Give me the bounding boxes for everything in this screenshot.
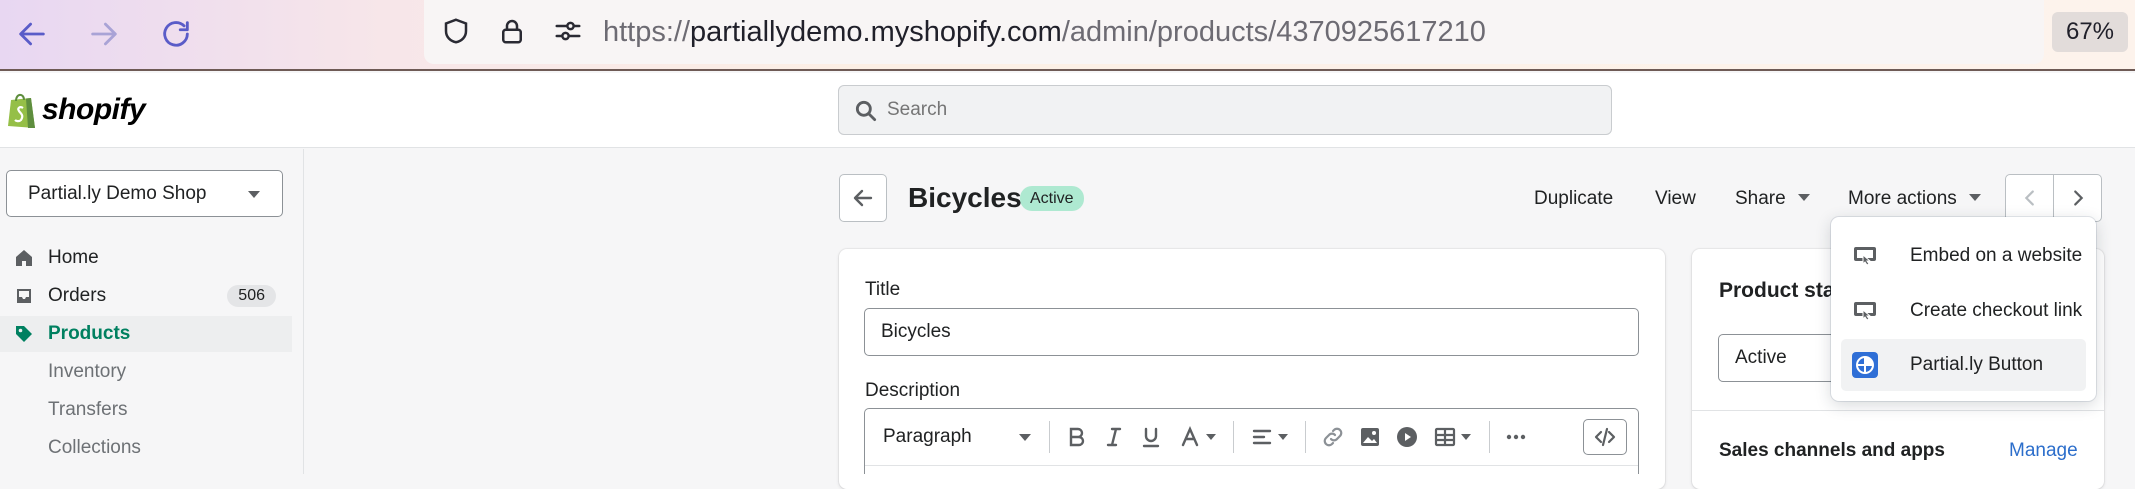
menu-item-partially-button[interactable]: Partial.ly Button [1841, 339, 2086, 391]
sidebar-item-label: Collections [48, 437, 141, 458]
inbox-icon [17, 289, 31, 303]
manage-link[interactable]: Manage [2009, 440, 2078, 462]
underline-icon[interactable] [1137, 424, 1165, 450]
toolbar-divider [1233, 421, 1234, 453]
sidebar-item-transfers[interactable]: Transfers [0, 392, 292, 428]
sidebar-item-label: Orders [48, 285, 107, 306]
menu-item-label: Embed on a website [1910, 245, 2083, 266]
image-icon[interactable] [1356, 424, 1384, 450]
search-input[interactable] [887, 94, 1587, 126]
title-label: Title [865, 279, 901, 300]
status-badge: Active [1020, 186, 1084, 211]
url-scheme: https:// [603, 16, 691, 48]
italic-icon[interactable] [1100, 424, 1128, 450]
admin-topbar: shopify [0, 73, 2135, 148]
description-label: Description [865, 380, 961, 401]
app-icon [1854, 247, 1876, 266]
code-icon [1594, 427, 1616, 447]
more-actions-menu: Embed on a website Create checkout link … [1831, 217, 2096, 401]
share-button[interactable]: Share [1735, 186, 1810, 211]
menu-item-label: Partial.ly Button [1910, 354, 2044, 375]
share-label: Share [1735, 188, 1786, 209]
menu-item-embed-on-website[interactable]: Embed on a website [1841, 230, 2086, 282]
caret-down-icon [1968, 194, 1981, 201]
video-icon[interactable] [1393, 424, 1421, 450]
zoom-level[interactable]: 67% [2052, 12, 2128, 52]
store-name: Partial.ly Demo Shop [28, 183, 207, 204]
card-divider [1692, 410, 2104, 411]
menu-item-label: Create checkout link [1910, 300, 2083, 321]
code-view-button[interactable] [1583, 419, 1627, 455]
more-actions-button[interactable]: More actions [1848, 186, 1981, 211]
toolbar-divider [1305, 421, 1306, 453]
duplicate-button[interactable]: Duplicate [1534, 186, 1613, 211]
logo-wordmark: shopify [42, 93, 146, 126]
shield-icon[interactable] [438, 13, 474, 49]
url-host: partiallydemo.myshopify.com [690, 16, 1062, 48]
back-button[interactable] [839, 174, 887, 222]
more-actions-label: More actions [1848, 188, 1957, 209]
editor-toolbar: Paragraph [865, 409, 1638, 466]
product-status-title: Product sta [1719, 279, 1835, 302]
chevron-left-icon [2024, 190, 2034, 206]
sales-channels-title: Sales channels and apps [1719, 440, 1945, 461]
table-icon[interactable] [1430, 424, 1474, 450]
forward-arrow-icon[interactable] [82, 12, 126, 56]
paragraph-label: Paragraph [883, 426, 972, 447]
more-options-icon[interactable] [1502, 424, 1530, 450]
url-text[interactable]: https://partiallydemo.myshopify.com/admi… [603, 13, 1486, 51]
previous-product-button[interactable] [2005, 174, 2054, 222]
toolbar-divider [1049, 421, 1050, 453]
sidebar-nav: Partial.ly Demo Shop Home Orders 506 Pro… [0, 149, 304, 474]
caret-down-icon [1015, 424, 1035, 450]
sidebar-item-label: Inventory [48, 361, 127, 382]
orders-count-badge: 506 [227, 285, 276, 307]
search-icon [855, 100, 877, 122]
toolbar-divider [1489, 421, 1490, 453]
sidebar-item-inventory[interactable]: Inventory [0, 354, 292, 390]
shopify-logo[interactable]: shopify [6, 90, 146, 130]
arrow-left-icon [853, 189, 873, 207]
caret-down-icon [248, 191, 260, 198]
caret-down-icon [1797, 194, 1810, 201]
lock-icon[interactable] [494, 13, 530, 49]
link-icon[interactable] [1319, 424, 1347, 450]
url-path: /admin/products/4370925617210 [1061, 16, 1486, 48]
chevron-right-icon [2073, 190, 2083, 206]
next-product-button[interactable] [2053, 174, 2102, 222]
description-editor[interactable]: Paragraph [864, 408, 1639, 474]
sidebar-item-collections[interactable]: Collections [0, 430, 292, 466]
back-arrow-icon[interactable] [10, 12, 54, 56]
browser-toolbar: https://partiallydemo.myshopify.com/admi… [0, 0, 2135, 71]
product-status-select[interactable]: Active [1718, 334, 1838, 382]
paragraph-format-select[interactable]: Paragraph [883, 424, 972, 450]
search-bar[interactable] [838, 85, 1612, 135]
sidebar-item-label: Home [48, 247, 99, 268]
menu-item-create-checkout-link[interactable]: Create checkout link [1841, 285, 2086, 337]
title-input[interactable]: Bicycles [864, 308, 1639, 356]
sidebar-item-label: Transfers [48, 399, 128, 420]
reload-icon[interactable] [154, 12, 198, 56]
store-switcher[interactable]: Partial.ly Demo Shop [6, 170, 283, 217]
view-button[interactable]: View [1655, 186, 1696, 211]
site-settings-icon[interactable] [550, 13, 586, 49]
sidebar-item-label: Products [48, 323, 131, 344]
partially-icon [1852, 352, 1878, 378]
align-icon[interactable] [1247, 424, 1291, 450]
bold-icon[interactable] [1062, 424, 1090, 450]
sidebar-item-home[interactable]: Home [0, 240, 292, 276]
app-icon [1854, 302, 1876, 321]
sidebar-item-products[interactable]: Products [0, 316, 292, 352]
sidebar-item-orders[interactable]: Orders 506 [0, 278, 292, 314]
home-icon [16, 250, 32, 266]
page-title: Bicycles [908, 182, 1022, 213]
text-color-icon[interactable] [1175, 424, 1219, 450]
shopify-bag-icon [8, 93, 35, 128]
tag-icon [16, 326, 32, 342]
